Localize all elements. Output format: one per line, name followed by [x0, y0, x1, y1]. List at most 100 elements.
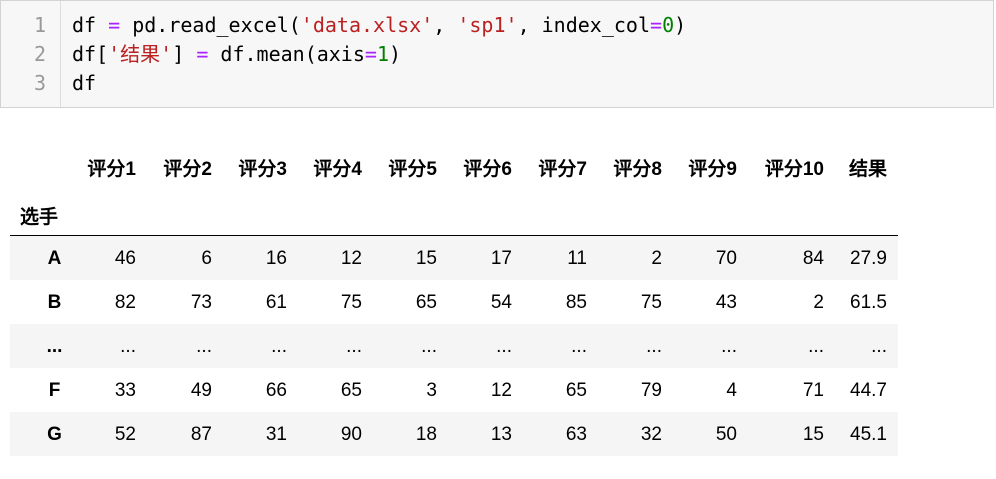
column-header: 结果 — [848, 159, 887, 180]
table-cell: 11 — [567, 248, 587, 269]
table-cell: 2 — [651, 248, 662, 269]
code-token: , index_col — [517, 13, 651, 37]
table-cell: 87 — [190, 424, 212, 445]
column-header: 评分8 — [613, 159, 662, 180]
table-row: .................................... — [10, 324, 898, 368]
table-cell: 66 — [265, 380, 287, 401]
table-cell: ... — [721, 336, 737, 357]
code-line-3[interactable]: df — [72, 69, 96, 98]
table-cell: 79 — [640, 380, 662, 401]
table-cell: 61.5 — [850, 292, 887, 313]
table-cell: 17 — [490, 248, 512, 269]
table-cell: 70 — [715, 248, 737, 269]
column-header: 评分3 — [238, 159, 287, 180]
code-operator: = — [650, 13, 663, 37]
index-name: 选手 — [20, 207, 59, 228]
table-cell: 75 — [640, 292, 662, 313]
table-cell: 65 — [565, 380, 587, 401]
dataframe-output: 选手 评分1 评分2 评分3 评分4 评分5 评分6 评分7 评分8 评分9 评分10 结果 A 46 6… — [10, 144, 898, 456]
table-cell: ... — [571, 336, 587, 357]
table-cell: 4 — [726, 380, 737, 401]
table-cell: 12 — [340, 248, 362, 269]
table-cell: 43 — [715, 292, 737, 313]
table-row: F 33 49 66 65 3 12 65 79 4 71 44.7 — [10, 368, 898, 412]
code-token: ] — [172, 42, 197, 66]
table-cell: 44.7 — [850, 380, 887, 401]
table-cell: ... — [346, 336, 362, 357]
table-cell: 90 — [340, 424, 362, 445]
column-header: 评分10 — [764, 159, 824, 180]
code-token: df.mean(axis — [208, 42, 365, 66]
code-number: 0 — [662, 13, 675, 37]
table-cell: 85 — [565, 292, 587, 313]
table-cell: 65 — [340, 380, 362, 401]
table-cell: 27.9 — [850, 248, 887, 269]
table-cell: 46 — [114, 248, 136, 269]
table-row: G 52 87 31 90 18 13 63 32 50 15 45.1 — [10, 412, 898, 456]
code-token: ) — [674, 13, 687, 37]
table-cell: 49 — [190, 380, 212, 401]
code-string: 'data.xlsx' — [300, 13, 434, 37]
column-header: 评分5 — [388, 159, 437, 180]
code-string: '结果' — [108, 42, 173, 66]
table-cell: ... — [808, 336, 824, 357]
column-header: 评分4 — [313, 159, 362, 180]
table-cell: ... — [196, 336, 212, 357]
table-cell: 75 — [340, 292, 362, 313]
table-row: B 82 73 61 75 65 54 85 75 43 2 61.5 — [10, 280, 898, 324]
table-cell: ... — [421, 336, 437, 357]
table-cell: 82 — [114, 292, 136, 313]
code-string: 'sp1' — [457, 13, 518, 37]
table-cell: ... — [120, 336, 136, 357]
code-token: pd.read_excel( — [120, 13, 301, 37]
table-cell: ... — [496, 336, 512, 357]
code-line-1[interactable]: df = pd.read_excel('data.xlsx', 'sp1', i… — [72, 11, 686, 40]
table-cell: 6 — [201, 248, 212, 269]
table-cell: 12 — [490, 380, 512, 401]
table-cell: 31 — [265, 424, 287, 445]
code-number: 1 — [376, 42, 389, 66]
code-operator: = — [364, 42, 377, 66]
table-cell: 2 — [813, 292, 824, 313]
code-token: , — [433, 13, 458, 37]
line-number-gutter: 1 2 3 — [1, 1, 61, 107]
table-cell: 33 — [114, 380, 136, 401]
table-cell: ... — [271, 336, 287, 357]
line-number: 1 — [33, 13, 46, 37]
table-cell: 63 — [565, 424, 587, 445]
code-token: ) — [389, 42, 402, 66]
table-cell: 84 — [802, 248, 824, 269]
table-cell: 16 — [265, 248, 287, 269]
table-cell: ... — [646, 336, 662, 357]
table-cell: 15 — [415, 248, 437, 269]
table-cell: 71 — [802, 380, 824, 401]
table-cell: ... — [871, 336, 887, 357]
column-header: 评分7 — [538, 159, 587, 180]
code-token: df — [72, 71, 97, 95]
table-cell: 61 — [265, 292, 287, 313]
line-number: 3 — [33, 71, 46, 95]
table-cell: 65 — [415, 292, 437, 313]
code-token: df — [72, 13, 109, 37]
code-operator: = — [108, 13, 121, 37]
code-operator: = — [196, 42, 209, 66]
column-header: 评分9 — [688, 159, 737, 180]
table-cell: 54 — [490, 292, 512, 313]
column-header: 评分6 — [463, 159, 512, 180]
table-cell: 15 — [802, 424, 824, 445]
code-cell[interactable]: 1 2 3 df = pd.read_excel('data.xlsx', 's… — [0, 0, 994, 108]
table-cell: 18 — [415, 424, 437, 445]
table-row: A 46 6 16 12 15 17 11 2 70 84 27.9 — [10, 236, 898, 280]
table-cell: 45.1 — [850, 424, 887, 445]
table-cell: 32 — [640, 424, 662, 445]
table-cell: 52 — [114, 424, 136, 445]
code-token: df[ — [72, 42, 109, 66]
table-cell: 3 — [426, 380, 437, 401]
column-header: 评分1 — [87, 159, 136, 180]
table-cell: 73 — [190, 292, 212, 313]
code-line-2[interactable]: df['结果'] = df.mean(axis=1) — [72, 40, 401, 69]
column-header: 评分2 — [163, 159, 212, 180]
table-cell: 50 — [715, 424, 737, 445]
table-cell: 13 — [490, 424, 512, 445]
line-number: 2 — [33, 42, 46, 66]
